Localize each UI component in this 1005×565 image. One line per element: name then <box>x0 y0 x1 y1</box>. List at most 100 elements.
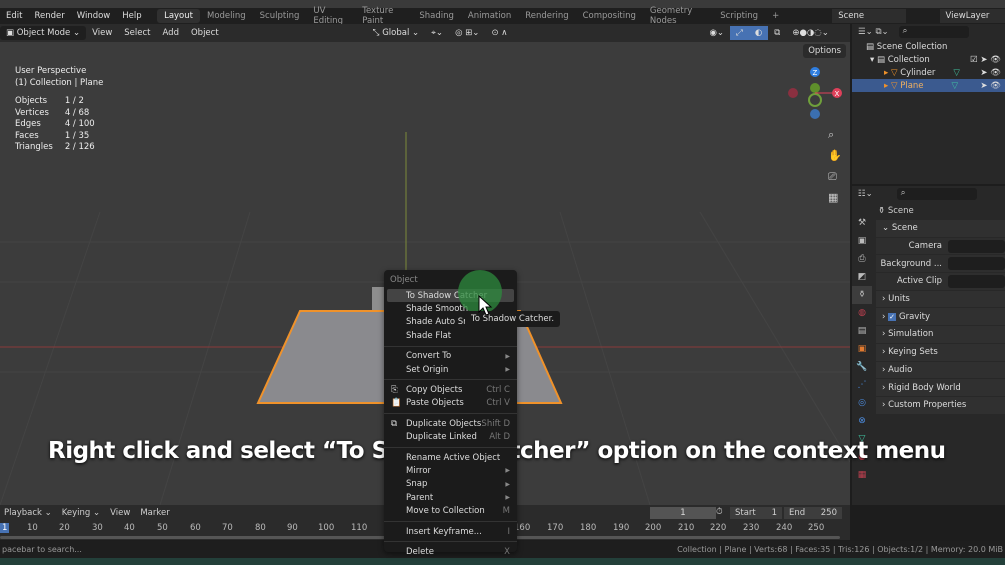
start-frame-field[interactable]: Start 1 <box>730 507 782 519</box>
viewlayer-selector[interactable]: ViewLayer <box>939 9 1005 23</box>
tab-scripting[interactable]: Scripting <box>713 9 765 23</box>
shading-modes-icon[interactable]: ⊕●◑◌⌄ <box>786 26 835 40</box>
tab-animation[interactable]: Animation <box>461 9 518 23</box>
outliner-item-cylinder[interactable]: ▸ ▽ Cylinder ▽ ➤ 👁 <box>852 66 1005 79</box>
menu-item-move-to-collection[interactable]: Move to Collection M <box>384 504 517 517</box>
tab-compositing[interactable]: Compositing <box>576 9 643 23</box>
stopwatch-icon[interactable]: ⏱ <box>716 507 723 517</box>
menu-select[interactable]: Select <box>118 26 156 40</box>
overlay-toggle-icon[interactable]: ◐ <box>748 26 769 40</box>
shortcut-label: I <box>507 526 510 537</box>
panel-rigid-body-world[interactable]: › Rigid Body World <box>876 379 1005 397</box>
panel-simulation[interactable]: › Simulation <box>876 326 1005 344</box>
editor-type-icon[interactable]: ☷⌄ <box>858 189 873 199</box>
outliner-search[interactable]: ⌕ <box>898 26 969 38</box>
orientation-selector[interactable]: ⤡ Global ⌄ <box>367 26 425 40</box>
tab-shading[interactable]: Shading <box>412 9 461 23</box>
menu-item-label: Snap <box>406 479 428 490</box>
zoom-icon[interactable]: ⌕ <box>828 124 842 145</box>
snap-icon[interactable]: ◎ ⊞⌄ <box>449 26 485 40</box>
menu-item-delete[interactable]: Delete X <box>384 545 517 558</box>
view-menu[interactable]: View <box>110 508 130 518</box>
menu-render[interactable]: Render <box>28 11 70 21</box>
playhead[interactable]: 1 <box>0 523 10 533</box>
menu-object[interactable]: Object <box>185 26 225 40</box>
tab-sculpting[interactable]: Sculpting <box>253 9 307 23</box>
panel-custom-properties[interactable]: › Custom Properties <box>876 396 1005 415</box>
playback-menu[interactable]: Playback ⌄ <box>4 508 52 518</box>
panel-audio[interactable]: › Audio <box>876 361 1005 380</box>
panel-units[interactable]: › Units <box>876 290 1005 309</box>
menu-window[interactable]: Window <box>71 11 117 21</box>
panel-keying-sets[interactable]: › Keying Sets <box>876 343 1005 362</box>
menu-item-mirror[interactable]: Mirror ▶ <box>384 464 517 477</box>
collection-tab-icon[interactable]: ▤ <box>852 322 872 340</box>
properties-search[interactable]: ⌕ <box>896 188 977 200</box>
keying-menu[interactable]: Keying ⌄ <box>62 508 100 518</box>
pivot-icon[interactable]: ⌖⌄ <box>425 26 449 40</box>
tab-rendering[interactable]: Rendering <box>518 9 575 23</box>
menu-edit[interactable]: Edit <box>0 11 28 21</box>
outliner-scene-collection[interactable]: ▤ Scene Collection <box>852 40 1005 53</box>
tool-tab-icon[interactable]: ⚒ <box>852 214 872 232</box>
menu-item-set-origin[interactable]: Set Origin ▶ <box>384 363 517 376</box>
texture-tab-icon[interactable]: ▦ <box>852 466 872 484</box>
particles-tab-icon[interactable]: ⋰ <box>852 376 872 394</box>
menu-help[interactable]: Help <box>116 11 147 21</box>
world-tab-icon[interactable]: ◍ <box>852 304 872 322</box>
current-frame-field[interactable]: 1 <box>650 507 716 519</box>
gizmo-toggle-icon[interactable]: ⤢ <box>730 26 749 40</box>
scene-selector[interactable]: Scene <box>832 9 906 23</box>
visibility-toggles[interactable]: ➤ 👁 <box>980 81 1005 91</box>
menu-item-snap[interactable]: Snap ▶ <box>384 478 517 491</box>
menu-item-insert-keyframe[interactable]: Insert Keyframe... I <box>384 525 517 538</box>
render-tab-icon[interactable]: ▣ <box>852 232 872 250</box>
outliner-item-plane[interactable]: ▸ ▽ Plane ▽ ➤ 👁 <box>852 79 1005 92</box>
mode-selector[interactable]: ▣ Object Mode ⌄ <box>0 26 87 40</box>
menu-item-convert-to[interactable]: Convert To ▶ <box>384 350 517 363</box>
tab-modeling[interactable]: Modeling <box>200 9 253 23</box>
menu-item-parent[interactable]: Parent ▶ <box>384 491 517 504</box>
options-dropdown[interactable]: Options <box>803 44 846 58</box>
output-tab-icon[interactable]: ⎙ <box>852 250 872 268</box>
menu-item-paste-objects[interactable]: 📋 Paste Objects Ctrl V <box>384 397 517 410</box>
outliner-collection[interactable]: ▾ ▤ Collection ☑ ➤ 👁 <box>852 53 1005 66</box>
physics-tab-icon[interactable]: ◎ <box>852 394 872 412</box>
active-clip-field[interactable] <box>948 274 1005 288</box>
view-layer-tab-icon[interactable]: ◩ <box>852 268 872 286</box>
end-frame-field[interactable]: End 250 <box>784 507 842 519</box>
marker-menu[interactable]: Marker <box>140 508 169 518</box>
menu-view[interactable]: View <box>86 26 118 40</box>
tab-layout[interactable]: Layout <box>157 9 200 23</box>
object-tab-icon[interactable]: ▣ <box>852 340 872 358</box>
menu-separator <box>384 413 517 415</box>
menu-item-rename-active-object[interactable]: Rename Active Object <box>384 451 517 464</box>
camera-view-icon[interactable]: ⎚ <box>828 166 842 187</box>
scene-tab-icon[interactable]: ⚱ <box>852 286 872 304</box>
visibility-icon[interactable]: ◉⌄ <box>703 26 730 40</box>
xray-icon[interactable]: ⧉ <box>768 26 786 40</box>
pan-hand-icon[interactable]: ✋ <box>828 145 842 166</box>
desktop-strip <box>0 558 1005 565</box>
menu-add[interactable]: Add <box>157 26 185 40</box>
visibility-toggles[interactable]: ➤ 👁 <box>980 68 1005 78</box>
panel-scene-header[interactable]: ⌄ Scene <box>876 220 1005 238</box>
background-field[interactable] <box>948 257 1005 271</box>
grid-view-icon[interactable]: ▦ <box>828 187 842 208</box>
proportional-edit-icon[interactable]: ⊙ ∧ <box>485 26 513 40</box>
expand-icon[interactable]: ▾ ▤ <box>870 55 888 65</box>
visibility-toggles[interactable]: ☑ ➤ 👁 <box>970 55 1005 65</box>
menu-item-copy-objects[interactable]: ⎘ Copy Objects Ctrl C <box>384 383 517 396</box>
menu-item-duplicate-linked[interactable]: Duplicate Linked Alt D <box>384 431 517 444</box>
add-workspace-icon[interactable]: + <box>765 9 786 23</box>
display-mode-icon[interactable]: ☰⌄ ⧉⌄ <box>858 27 889 37</box>
menu-separator <box>384 345 517 347</box>
modifier-tab-icon[interactable]: 🔧 <box>852 358 872 376</box>
shortcut-label: Shift D <box>481 418 510 429</box>
gravity-checkbox[interactable]: ✓ <box>888 312 896 321</box>
menu-item-duplicate-objects[interactable]: ⧉ Duplicate Objects Shift D <box>384 417 517 430</box>
camera-field[interactable] <box>948 239 1005 253</box>
panel-gravity[interactable]: › ✓ Gravity <box>876 308 1005 327</box>
menu-item-shade-flat[interactable]: Shade Flat <box>384 329 517 342</box>
constraints-tab-icon[interactable]: ⊗ <box>852 412 872 430</box>
